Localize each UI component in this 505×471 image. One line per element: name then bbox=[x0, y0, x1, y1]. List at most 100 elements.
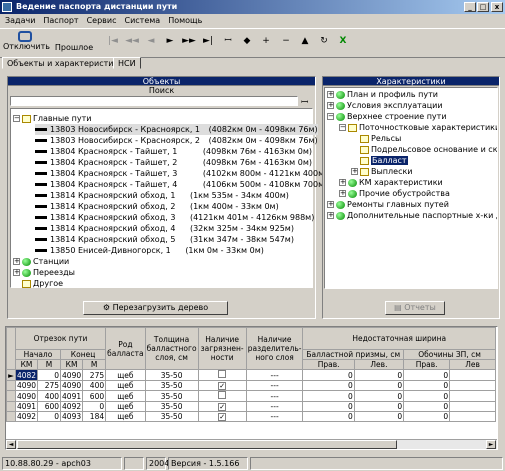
track-icon bbox=[35, 249, 47, 252]
next-page-icon[interactable]: ►► bbox=[182, 35, 196, 47]
menu-help[interactable]: Помощь bbox=[168, 16, 202, 25]
menu-system[interactable]: Система bbox=[124, 16, 160, 25]
tree-track-item[interactable]: 13814 Красноярский обход, 4 (32км 325м -… bbox=[35, 223, 294, 234]
table-row[interactable]: 4092 0 4093 184 щеб 35-50 ✓ --- 0 0 0 bbox=[6, 411, 496, 422]
tree-track-item[interactable]: 13804 Красноярск - Тайшет, 4 (4106км 500… bbox=[35, 179, 327, 190]
edit-icon[interactable]: ◆ bbox=[240, 35, 254, 47]
tree-track-item[interactable]: 13850 Енисей-Дивногорск, 1 (1км 0м - 33к… bbox=[35, 245, 264, 256]
scroll-right-icon[interactable]: ► bbox=[486, 440, 496, 449]
disconnect-button[interactable]: Отключить bbox=[3, 31, 50, 51]
collapse-icon[interactable]: − bbox=[327, 113, 334, 120]
tree-track-item[interactable]: 13804 Красноярск - Тайшет, 1 (4098км 76м… bbox=[35, 146, 312, 157]
table-row[interactable]: ► 4082 0 4090 275 щеб 35-50 --- 0 0 0 bbox=[6, 369, 496, 381]
collapse-icon[interactable]: − bbox=[339, 124, 346, 131]
reports-button[interactable]: ▤ Отчеты bbox=[385, 301, 445, 315]
expand-icon[interactable]: + bbox=[327, 212, 334, 219]
contamination-checkbox[interactable] bbox=[218, 370, 227, 378]
tree-track-item[interactable]: 13814 Красноярский обход, 2 (1км 400м - … bbox=[35, 201, 279, 212]
tree-track-item[interactable]: 13803 Новосибирск - Красноярск, 2 (4082к… bbox=[35, 135, 318, 146]
char-rails[interactable]: Рельсы bbox=[360, 133, 401, 144]
tree-other[interactable]: Другое bbox=[22, 278, 63, 289]
menu-tasks[interactable]: Задачи bbox=[5, 16, 35, 25]
menu-passport[interactable]: Паспорт bbox=[43, 16, 78, 25]
horizontal-scrollbar[interactable]: ◄ ► bbox=[6, 439, 497, 449]
post-icon[interactable]: ▲ bbox=[298, 35, 312, 47]
minimize-button[interactable]: _ bbox=[464, 2, 476, 12]
maximize-button[interactable]: □ bbox=[477, 2, 489, 12]
objects-tree[interactable]: − Главные пути 13803 Новосибирск - Красно… bbox=[10, 108, 327, 289]
menu-bar: Задачи Паспорт Сервис Система Помощь bbox=[0, 14, 505, 28]
scroll-thumb[interactable] bbox=[17, 440, 397, 449]
refresh-icon[interactable]: ↻ bbox=[317, 35, 331, 47]
contamination-checkbox[interactable] bbox=[218, 391, 227, 399]
table-row[interactable]: 4091 600 4092 0 щеб 35-50 ✓ --- 0 0 0 bbox=[6, 401, 496, 412]
tab-objects[interactable]: Объекты и характеристики bbox=[2, 57, 129, 69]
past-button[interactable]: Прошлое bbox=[54, 43, 94, 52]
tab-bar: Объекты и характеристики НСИ bbox=[0, 57, 505, 69]
tree-crossings[interactable]: + Переезды bbox=[13, 267, 75, 278]
contamination-checkbox[interactable]: ✓ bbox=[218, 382, 227, 390]
menu-service[interactable]: Сервис bbox=[87, 16, 117, 25]
char-subrail[interactable]: Подрельсовое основание и скре bbox=[360, 144, 497, 155]
zp-header: Обочины ЗП, см bbox=[403, 349, 496, 360]
expand-icon[interactable]: + bbox=[339, 190, 346, 197]
char-recesses[interactable]: + Выплески bbox=[351, 166, 413, 177]
char-plan[interactable]: + План и профиль пути bbox=[327, 89, 438, 100]
collapse-icon[interactable]: − bbox=[13, 115, 20, 122]
tree-track-item[interactable]: 13803 Новосибирск - Красноярск, 1 (4082к… bbox=[35, 124, 318, 135]
table-row[interactable]: 4090 400 4091 600 щеб 35-50 --- 0 0 0 bbox=[6, 390, 496, 402]
expand-icon[interactable]: + bbox=[13, 258, 20, 265]
char-additional[interactable]: +Дополнительные паспортные х-ки для А bbox=[327, 210, 497, 221]
char-point[interactable]: − Поточностковые характеристики bbox=[339, 122, 497, 133]
expand-icon[interactable]: + bbox=[327, 102, 334, 109]
prev-page-icon[interactable]: ◄◄ bbox=[125, 35, 139, 47]
char-other[interactable]: + Прочие обустройства bbox=[339, 188, 450, 199]
delete-icon[interactable]: − bbox=[279, 35, 293, 47]
tree-stations[interactable]: + Станции bbox=[13, 256, 69, 267]
left-header: Лев bbox=[449, 359, 496, 370]
expand-icon[interactable]: + bbox=[327, 201, 334, 208]
last-record-icon[interactable]: ►| bbox=[201, 35, 215, 47]
tree-main-tracks[interactable]: − Главные пути bbox=[13, 113, 91, 124]
ballast-grid[interactable]: Отрезок пути Род балласта Толщина баллас… bbox=[5, 326, 498, 450]
end-header: Конец bbox=[60, 349, 107, 360]
char-km[interactable]: + КМ характеристики bbox=[339, 177, 443, 188]
expand-icon[interactable]: + bbox=[327, 91, 334, 98]
reload-tree-button[interactable]: ⚙ Перезагрузить дерево bbox=[83, 301, 228, 315]
km-header: КМ bbox=[14, 359, 39, 370]
add-icon[interactable]: + bbox=[259, 35, 273, 47]
characteristics-tree[interactable]: + План и профиль пути + Условия эксплуатац… bbox=[324, 87, 498, 289]
group-icon bbox=[336, 90, 345, 99]
window-title: Ведение паспорта дистанции пути bbox=[16, 2, 178, 11]
m-header: М bbox=[37, 359, 62, 370]
char-ballast[interactable]: Балласт bbox=[360, 155, 408, 166]
tree-track-item[interactable]: 13804 Красноярск - Тайшет, 2 (4098км 76м… bbox=[35, 157, 312, 168]
search-input[interactable] bbox=[10, 96, 298, 106]
table-row[interactable]: 4090 275 4090 400 щеб 35-50 ✓ --- 0 0 0 bbox=[6, 380, 496, 391]
track-icon bbox=[35, 227, 47, 230]
excel-icon[interactable]: X bbox=[336, 35, 350, 47]
scroll-left-icon[interactable]: ◄ bbox=[6, 440, 16, 449]
tree-track-item[interactable]: 13814 Красноярский обход, 5 (31км 347м -… bbox=[35, 234, 294, 245]
find-icon[interactable]: ꟷ bbox=[221, 35, 235, 47]
char-upper[interactable]: − Верхнее строение пути bbox=[327, 111, 447, 122]
contamination-checkbox[interactable]: ✓ bbox=[218, 413, 227, 421]
tab-nsi[interactable]: НСИ bbox=[113, 57, 141, 69]
expand-icon[interactable]: + bbox=[339, 179, 346, 186]
expand-icon[interactable]: + bbox=[351, 168, 358, 175]
search-label: Поиск bbox=[8, 86, 315, 95]
expand-icon[interactable]: + bbox=[13, 269, 20, 276]
close-button[interactable]: x bbox=[491, 2, 503, 12]
next-record-icon[interactable]: ► bbox=[163, 35, 177, 47]
contamination-checkbox[interactable]: ✓ bbox=[218, 403, 227, 411]
tree-track-item[interactable]: 13814 Красноярский обход, 3 (4121км 401м… bbox=[35, 212, 314, 223]
book-icon bbox=[360, 134, 369, 143]
char-conditions[interactable]: + Условия эксплуатации bbox=[327, 100, 443, 111]
first-record-icon[interactable]: |◄ bbox=[106, 35, 120, 47]
characteristics-panel: Характеристики + План и профиль пути + Усл… bbox=[322, 76, 500, 319]
binoculars-icon[interactable]: ꟷ bbox=[301, 95, 313, 108]
prev-record-icon[interactable]: ◄ bbox=[144, 35, 158, 47]
tree-track-item[interactable]: 13804 Красноярск - Тайшет, 3 (4102км 800… bbox=[35, 168, 327, 179]
char-repairs[interactable]: + Ремонты главных путей bbox=[327, 199, 449, 210]
tree-track-item[interactable]: 13814 Красноярский обход, 1 (1км 535м - … bbox=[35, 190, 289, 201]
